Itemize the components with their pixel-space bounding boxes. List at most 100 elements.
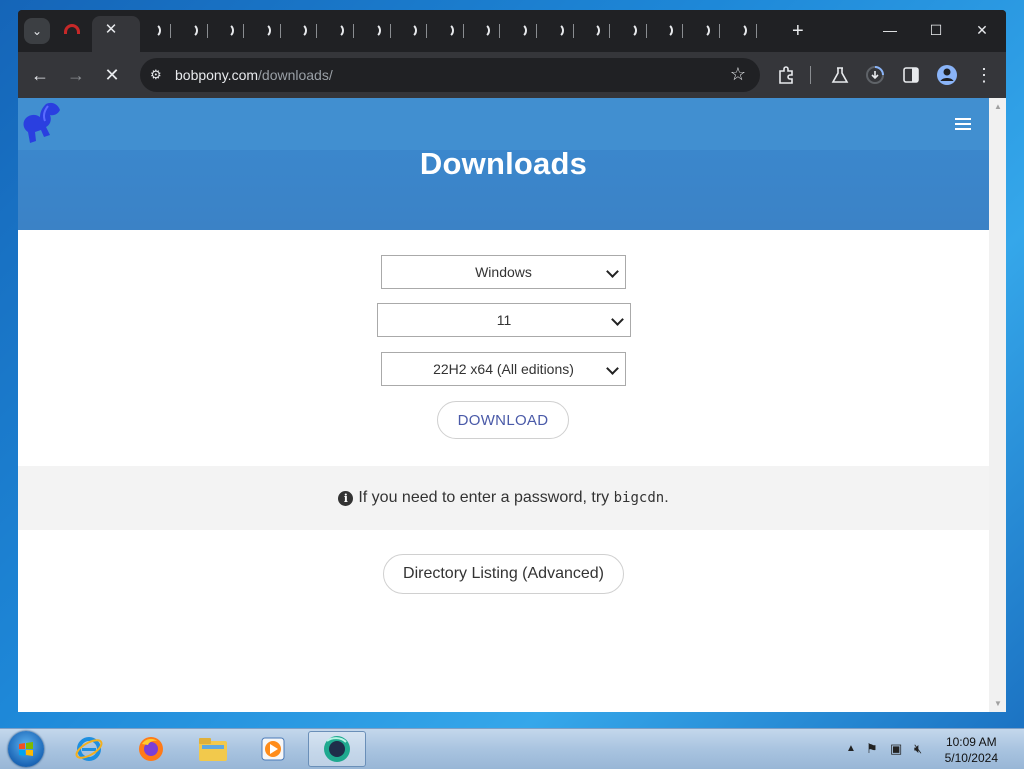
- loading-tab[interactable]: [471, 20, 508, 42]
- url-path: /downloads/: [258, 67, 333, 83]
- firefox-taskbar-icon[interactable]: [126, 731, 176, 767]
- url-host: bobpony.com: [175, 67, 259, 83]
- windows-logo-icon: [19, 742, 33, 756]
- loading-spinner-icon: [402, 23, 418, 38]
- clock[interactable]: 10:09 AM 5/10/2024: [945, 734, 998, 766]
- loading-spinner-icon: [658, 23, 674, 38]
- folder-icon: [199, 738, 227, 761]
- system-tray: ▲ ⚑ ▣ 🔇︎ 10:09 AM 5/10/2024: [824, 729, 1024, 769]
- loading-tab[interactable]: [618, 20, 655, 42]
- show-hidden-icons-icon[interactable]: ▲: [846, 743, 856, 754]
- media-player-icon: [261, 737, 285, 761]
- loading-tab[interactable]: [179, 20, 216, 42]
- tab-separator: [462, 24, 464, 38]
- notice-password: bigcdn: [613, 490, 665, 506]
- clock-date: 5/10/2024: [944, 751, 998, 765]
- loading-spinner-icon: [512, 23, 527, 38]
- action-center-flag-icon[interactable]: ⚑: [866, 741, 878, 757]
- tab-separator: [682, 24, 684, 38]
- browser-taskbar-icon-active[interactable]: [308, 731, 366, 767]
- tab-separator: [279, 24, 281, 38]
- tab-separator: [572, 24, 574, 38]
- loading-spinner-icon: [439, 23, 454, 38]
- tab-separator: [389, 24, 391, 38]
- tab-close-icon[interactable]: ✕: [103, 22, 119, 38]
- loading-favicon-icon[interactable]: [64, 24, 80, 34]
- directory-listing-button[interactable]: Directory Listing (Advanced): [383, 554, 624, 594]
- chevron-down-icon: [606, 265, 619, 278]
- browser-window: ⌄ ✕ + — ☐ ✕ ← → ✕ ⚙ bobpony.com/download…: [18, 10, 1006, 712]
- loading-tab[interactable]: [508, 20, 545, 42]
- loading-tab[interactable]: [654, 20, 691, 42]
- extensions-icon[interactable]: [776, 65, 796, 85]
- bookmark-star-icon[interactable]: ☆: [730, 64, 746, 85]
- browser-menu-icon[interactable]: ⋮: [972, 63, 996, 87]
- loading-tab[interactable]: [728, 20, 765, 42]
- labs-flask-icon[interactable]: [830, 65, 850, 85]
- volume-muted-icon[interactable]: 🔇︎: [914, 741, 922, 757]
- url-text[interactable]: bobpony.com/downloads/: [175, 67, 333, 83]
- page-title: Downloads: [419, 146, 588, 181]
- new-tab-button[interactable]: +: [792, 20, 804, 42]
- version-select[interactable]: 11: [377, 303, 631, 337]
- loading-tab[interactable]: [142, 20, 179, 42]
- loading-spinner-icon: [475, 23, 491, 38]
- tab-separator: [352, 24, 354, 38]
- loading-spinner-icon: [292, 23, 308, 38]
- loading-tab[interactable]: [252, 20, 289, 42]
- start-button[interactable]: [8, 731, 44, 767]
- loading-spinner-icon: [219, 23, 235, 38]
- internet-explorer-taskbar-icon[interactable]: [64, 731, 114, 767]
- loading-spinner-icon: [329, 23, 344, 38]
- loading-tab[interactable]: [581, 20, 618, 42]
- loading-tab[interactable]: [545, 20, 582, 42]
- loading-tab[interactable]: [435, 20, 472, 42]
- tab-separator: [499, 24, 501, 38]
- maximize-button[interactable]: ☐: [916, 18, 956, 42]
- loading-tab[interactable]: [288, 20, 325, 42]
- page-scrollbar[interactable]: ▲ ▼: [989, 98, 1006, 712]
- nav-menu-hamburger-icon[interactable]: [955, 118, 971, 130]
- scroll-up-arrow-icon[interactable]: ▲: [994, 102, 1002, 111]
- loading-tab[interactable]: [398, 20, 435, 42]
- download-button[interactable]: DOWNLOAD: [437, 401, 569, 439]
- internet-explorer-icon: [75, 737, 103, 761]
- firefox-icon: [139, 737, 163, 761]
- tab-separator: [206, 24, 208, 38]
- loading-tab[interactable]: [362, 20, 399, 42]
- profile-avatar-icon[interactable]: [936, 64, 958, 86]
- network-icon[interactable]: ▣: [890, 741, 902, 757]
- loading-spinner-icon: [622, 23, 637, 38]
- loading-spinner-icon: [695, 23, 710, 38]
- downloads-progress-icon[interactable]: [864, 64, 886, 86]
- edition-select[interactable]: 22H2 x64 (All editions): [381, 352, 626, 386]
- notice-text: If you need to enter a password, try: [358, 489, 610, 506]
- loading-tab[interactable]: [215, 20, 252, 42]
- os-select[interactable]: Windows: [381, 255, 626, 289]
- back-button[interactable]: ←: [28, 63, 52, 87]
- loading-tabs: [142, 20, 764, 42]
- stop-loading-button[interactable]: ✕: [100, 63, 124, 87]
- minimize-button[interactable]: —: [870, 18, 910, 42]
- loading-tab[interactable]: [325, 20, 362, 42]
- address-bar[interactable]: ⚙ bobpony.com/downloads/ ☆: [140, 58, 760, 92]
- site-logo-pony-icon[interactable]: [18, 100, 64, 150]
- site-navbar: [18, 98, 989, 150]
- media-player-taskbar-icon[interactable]: [248, 731, 298, 767]
- side-panel-icon[interactable]: [902, 66, 920, 84]
- tab-separator: [170, 24, 171, 38]
- site-settings-icon[interactable]: ⚙: [150, 67, 166, 83]
- info-icon: i: [338, 490, 354, 506]
- edition-select-value: 22H2 x64 (All editions): [433, 361, 574, 377]
- os-select-value: Windows: [475, 264, 532, 280]
- loading-spinner-icon: [146, 23, 161, 38]
- loading-spinner-icon: [183, 23, 198, 38]
- forward-button[interactable]: →: [64, 63, 88, 87]
- close-window-button[interactable]: ✕: [962, 18, 1002, 42]
- tab-search-chevron-icon[interactable]: ⌄: [24, 18, 50, 44]
- loading-tab[interactable]: [691, 20, 728, 42]
- loading-spinner-icon: [549, 23, 564, 38]
- tab-separator: [243, 24, 245, 38]
- file-explorer-taskbar-icon[interactable]: [188, 731, 238, 767]
- scroll-down-arrow-icon[interactable]: ▼: [994, 699, 1002, 708]
